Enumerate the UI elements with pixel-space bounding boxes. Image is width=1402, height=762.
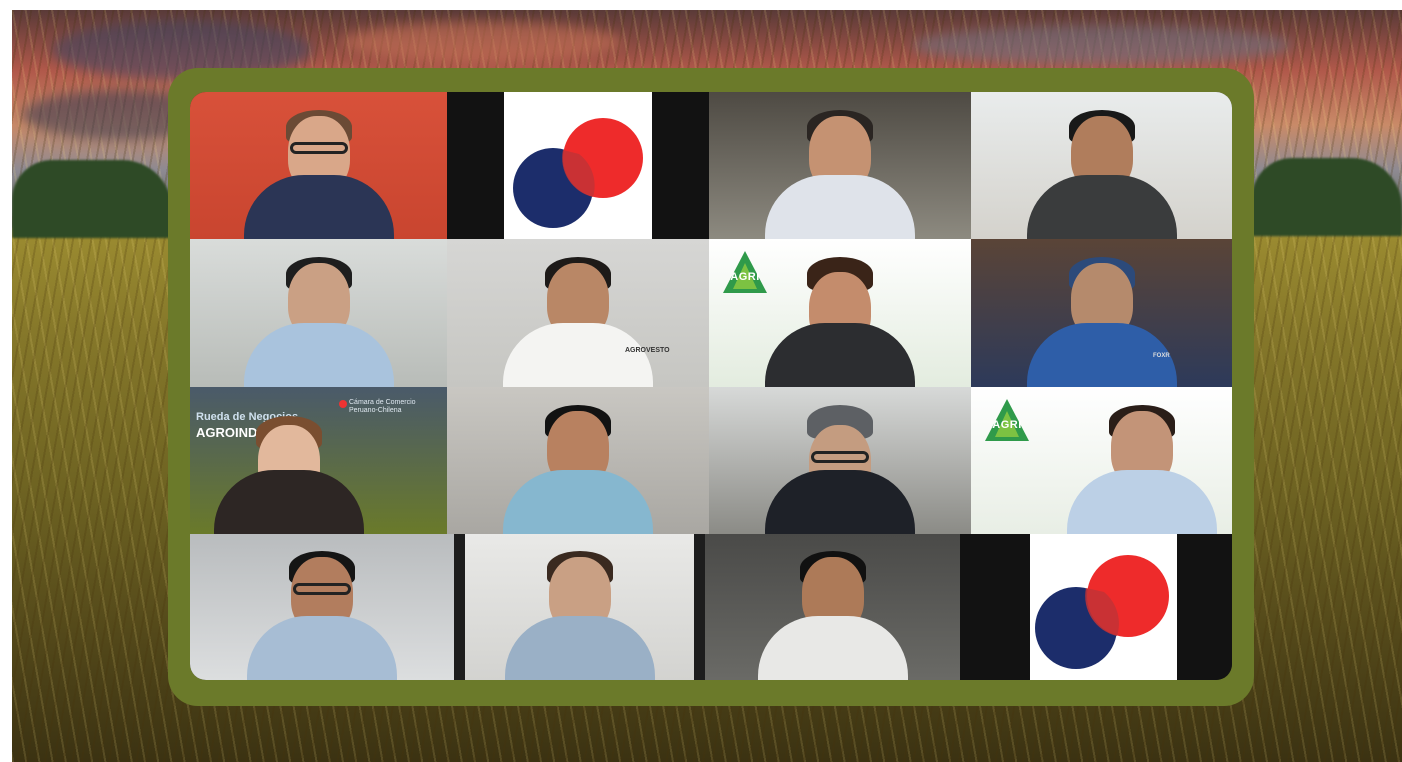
participant-tile[interactable] [705,534,960,680]
participant-man [447,387,709,534]
cloud [342,22,622,62]
participant-tile[interactable] [190,92,447,239]
participant-tile[interactable]: AGRI [709,239,971,387]
participant-tile[interactable]: AGROVESTO [447,239,709,387]
participant-woman [709,239,971,387]
participant-woman [190,387,417,534]
participant-tile[interactable]: FOXR [971,239,1232,387]
participant-tile[interactable] [971,92,1232,239]
participant-man [971,239,1232,387]
participant-man-glasses [190,534,454,680]
tree-line-right [1252,158,1402,236]
participant-man [447,239,709,387]
red-blue-circles-logo [1035,555,1169,669]
participant-tile[interactable] [960,534,1232,680]
participant-man [1011,387,1232,534]
participant-tile[interactable]: Rueda de Negocios AGROINDUSTRIAL Cámara … [190,387,447,534]
participant-tile[interactable] [709,92,971,239]
participant-tile[interactable] [465,534,694,680]
participant-tile[interactable] [447,92,709,239]
participant-man [705,534,960,680]
participant-video-grid: AGROVESTO AGRI FOXR Rueda de Negocios AG… [190,92,1232,680]
participant-tile[interactable] [709,387,971,534]
red-blue-circles-logo [513,118,643,228]
shirt-logo-text: AGROVESTO [625,347,670,354]
participant-woman-glasses [190,92,447,239]
participant-man [190,239,447,387]
participant-man-glasses [709,387,971,534]
cloud [912,25,1292,65]
vehicle-badge-text: FOXR [1153,353,1170,359]
participant-man [971,92,1232,239]
tree-line-left [12,160,172,238]
participant-tile[interactable]: AGRI [971,387,1232,534]
participant-tile[interactable] [190,534,454,680]
participant-tile[interactable] [447,387,709,534]
participant-man [465,534,694,680]
participant-man [709,92,971,239]
participant-tile[interactable] [190,239,447,387]
